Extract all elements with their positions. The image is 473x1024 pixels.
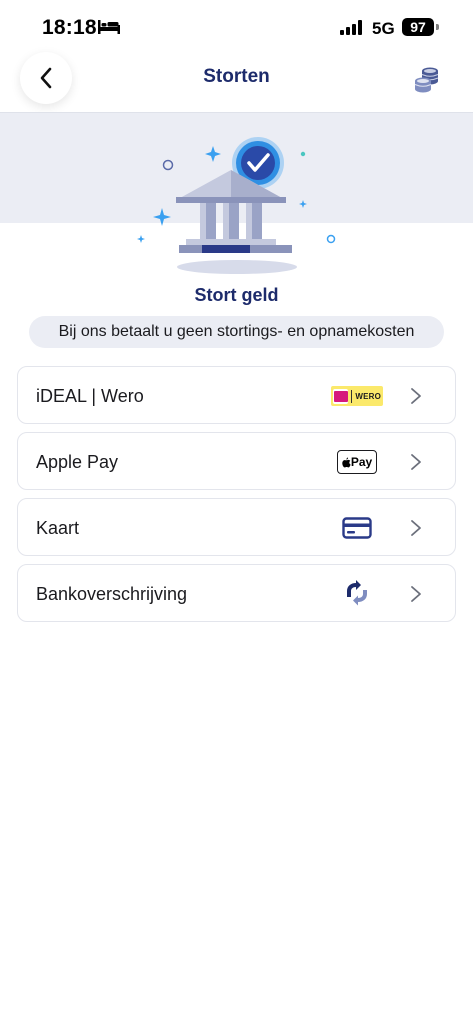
bed-icon — [98, 20, 120, 34]
no-fees-notice: Bij ons betaalt u geen stortings- en opn… — [29, 316, 444, 348]
battery-tip — [436, 24, 439, 30]
wero-wordmark: WERO — [355, 391, 381, 401]
signal-icon — [340, 20, 362, 35]
method-bank-transfer[interactable]: Bankoverschrijving — [17, 564, 456, 622]
method-apple-pay[interactable]: Apple Pay Pay — [17, 432, 456, 490]
chevron-right-icon — [411, 388, 421, 404]
ideal-wero-logo: WERO — [330, 367, 384, 425]
status-bar: 18:18 5G 97 — [0, 0, 473, 56]
chevron-right-icon — [411, 454, 421, 470]
apple-pay-wordmark: Pay — [350, 455, 373, 469]
credit-card-icon — [330, 499, 384, 557]
page-title: Storten — [203, 66, 270, 87]
apple-icon — [342, 457, 351, 467]
bank-verified-illustration — [137, 137, 336, 274]
method-card[interactable]: Kaart — [17, 498, 456, 556]
network-type: 5G — [372, 19, 395, 38]
nav-bar: Storten — [0, 52, 473, 112]
chevron-right-icon — [411, 586, 421, 602]
chevron-right-icon — [411, 520, 421, 536]
method-label: Kaart — [36, 518, 80, 538]
payment-methods-list: iDEAL | Wero WERO Apple Pay Pay Kaart Ba… — [17, 366, 456, 630]
battery-level: 97 — [402, 18, 434, 36]
status-time: 18:18 — [42, 16, 97, 39]
coins-icon[interactable] — [410, 62, 444, 96]
method-label: iDEAL | Wero — [36, 386, 144, 406]
deposit-screen: 18:18 5G 97 Storten Stort geld Bij ons b… — [0, 0, 473, 1024]
hero-title: Stort geld — [194, 285, 279, 305]
method-label: Bankoverschrijving — [36, 584, 188, 604]
bank-transfer-icon — [330, 565, 384, 623]
method-ideal-wero[interactable]: iDEAL | Wero WERO — [17, 366, 456, 424]
method-label: Apple Pay — [36, 452, 119, 472]
apple-pay-logo: Pay — [330, 433, 384, 491]
ideal-mark — [333, 388, 349, 404]
